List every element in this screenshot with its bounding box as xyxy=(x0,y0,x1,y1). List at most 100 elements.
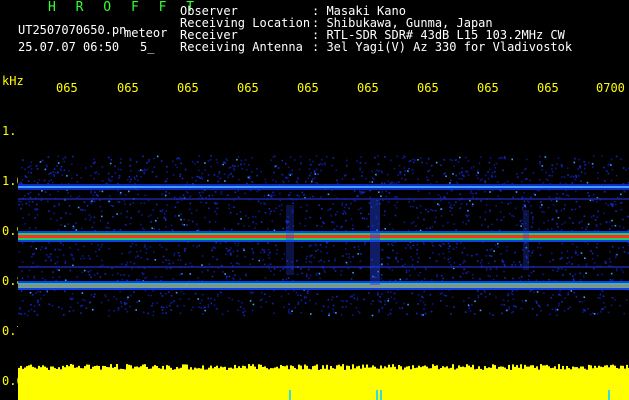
noise-dot xyxy=(556,163,558,165)
noise-dot xyxy=(521,208,524,211)
noise-dot xyxy=(69,269,72,272)
noise-dot xyxy=(477,296,479,299)
noise-dot xyxy=(120,168,122,171)
noise-dot xyxy=(455,246,458,249)
noise-dot xyxy=(62,244,64,246)
noise-dot xyxy=(525,299,527,302)
noise-dot xyxy=(161,193,163,195)
noise-dot xyxy=(151,171,154,173)
strip-spike xyxy=(98,366,100,372)
strip-spike xyxy=(374,366,376,372)
noise-dot xyxy=(366,217,368,220)
noise-dot xyxy=(583,161,586,163)
noise-dot xyxy=(229,247,232,249)
strip-spike xyxy=(588,364,590,372)
strip-spike xyxy=(348,365,350,372)
strip-spike xyxy=(340,366,342,372)
noise-dot xyxy=(407,244,409,246)
noise-dot xyxy=(216,295,219,297)
noise-dot xyxy=(344,248,347,250)
noise-dot xyxy=(208,194,210,197)
noise-dot xyxy=(183,218,186,221)
x-tick-label: 065 xyxy=(117,81,139,95)
noise-dot xyxy=(36,213,39,216)
strip-spike xyxy=(144,364,146,372)
strip-spike xyxy=(552,367,554,372)
noise-dot xyxy=(80,257,82,260)
noise-dot xyxy=(88,214,91,216)
noise-dot xyxy=(234,191,237,194)
noise-dot xyxy=(129,157,132,160)
noise-dot xyxy=(249,263,251,266)
noise-dot xyxy=(461,167,464,170)
noise-dot xyxy=(274,155,276,157)
noise-dot xyxy=(381,182,383,184)
strip-spike xyxy=(466,364,468,372)
noise-dot xyxy=(537,246,539,249)
noise-dot xyxy=(318,204,320,206)
noise-dot xyxy=(294,159,296,161)
noise-dot xyxy=(242,248,245,250)
noise-dot xyxy=(425,227,428,230)
noise-dot xyxy=(298,168,301,171)
noise-dot xyxy=(147,312,150,315)
strip-spike xyxy=(536,366,538,372)
noise-dot xyxy=(130,159,132,161)
strip-spike xyxy=(42,365,44,372)
noise-dot xyxy=(387,300,389,302)
noise-dot xyxy=(230,262,232,265)
noise-dot xyxy=(504,277,506,279)
strip-spike xyxy=(614,365,616,372)
noise-dot xyxy=(165,259,168,261)
noise-dot xyxy=(228,275,231,278)
noise-dot xyxy=(413,200,415,202)
noise-dot xyxy=(58,269,60,271)
noise-dot xyxy=(406,313,408,315)
strip-spike xyxy=(36,368,38,372)
noise-dot xyxy=(495,205,497,207)
noise-dot xyxy=(345,174,347,176)
noise-dot xyxy=(287,177,289,180)
noise-dot xyxy=(332,304,335,307)
noise-dot xyxy=(567,293,569,296)
strip-spike xyxy=(244,366,246,372)
noise-dot xyxy=(84,299,86,302)
noise-dot xyxy=(479,278,481,280)
noise-dot xyxy=(329,208,332,210)
noise-dot xyxy=(76,174,78,176)
noise-dot xyxy=(236,262,238,265)
noise-dot xyxy=(197,169,200,172)
noise-dot xyxy=(489,210,491,213)
noise-dot xyxy=(541,210,543,213)
noise-dot xyxy=(30,245,33,248)
noise-dot xyxy=(69,213,72,215)
strip-spike xyxy=(102,365,104,372)
noise-dot xyxy=(130,294,132,297)
noise-dot xyxy=(20,313,22,315)
strip-spike xyxy=(568,368,570,372)
noise-dot xyxy=(619,304,621,307)
noise-dot xyxy=(345,203,347,206)
noise-dot xyxy=(359,260,362,262)
noise-dot xyxy=(609,221,611,223)
noise-dot xyxy=(558,304,560,307)
noise-dot xyxy=(124,203,126,205)
noise-dot xyxy=(575,200,578,203)
noise-dot xyxy=(152,251,155,253)
noise-dot xyxy=(227,250,229,252)
noise-dot xyxy=(590,250,592,252)
noise-dot xyxy=(183,304,185,307)
noise-dot xyxy=(165,219,167,221)
noise-dot xyxy=(204,169,207,171)
noise-dot xyxy=(202,191,204,194)
noise-dot xyxy=(207,269,209,272)
noise-dot xyxy=(411,258,414,261)
noise-dot xyxy=(487,262,490,265)
noise-dot xyxy=(198,191,201,194)
noise-dot xyxy=(359,162,362,164)
noise-dot xyxy=(602,307,604,310)
noise-dot xyxy=(170,294,173,297)
noise-dot xyxy=(27,310,30,313)
noise-dot xyxy=(363,243,366,246)
noise-dot xyxy=(35,209,37,211)
